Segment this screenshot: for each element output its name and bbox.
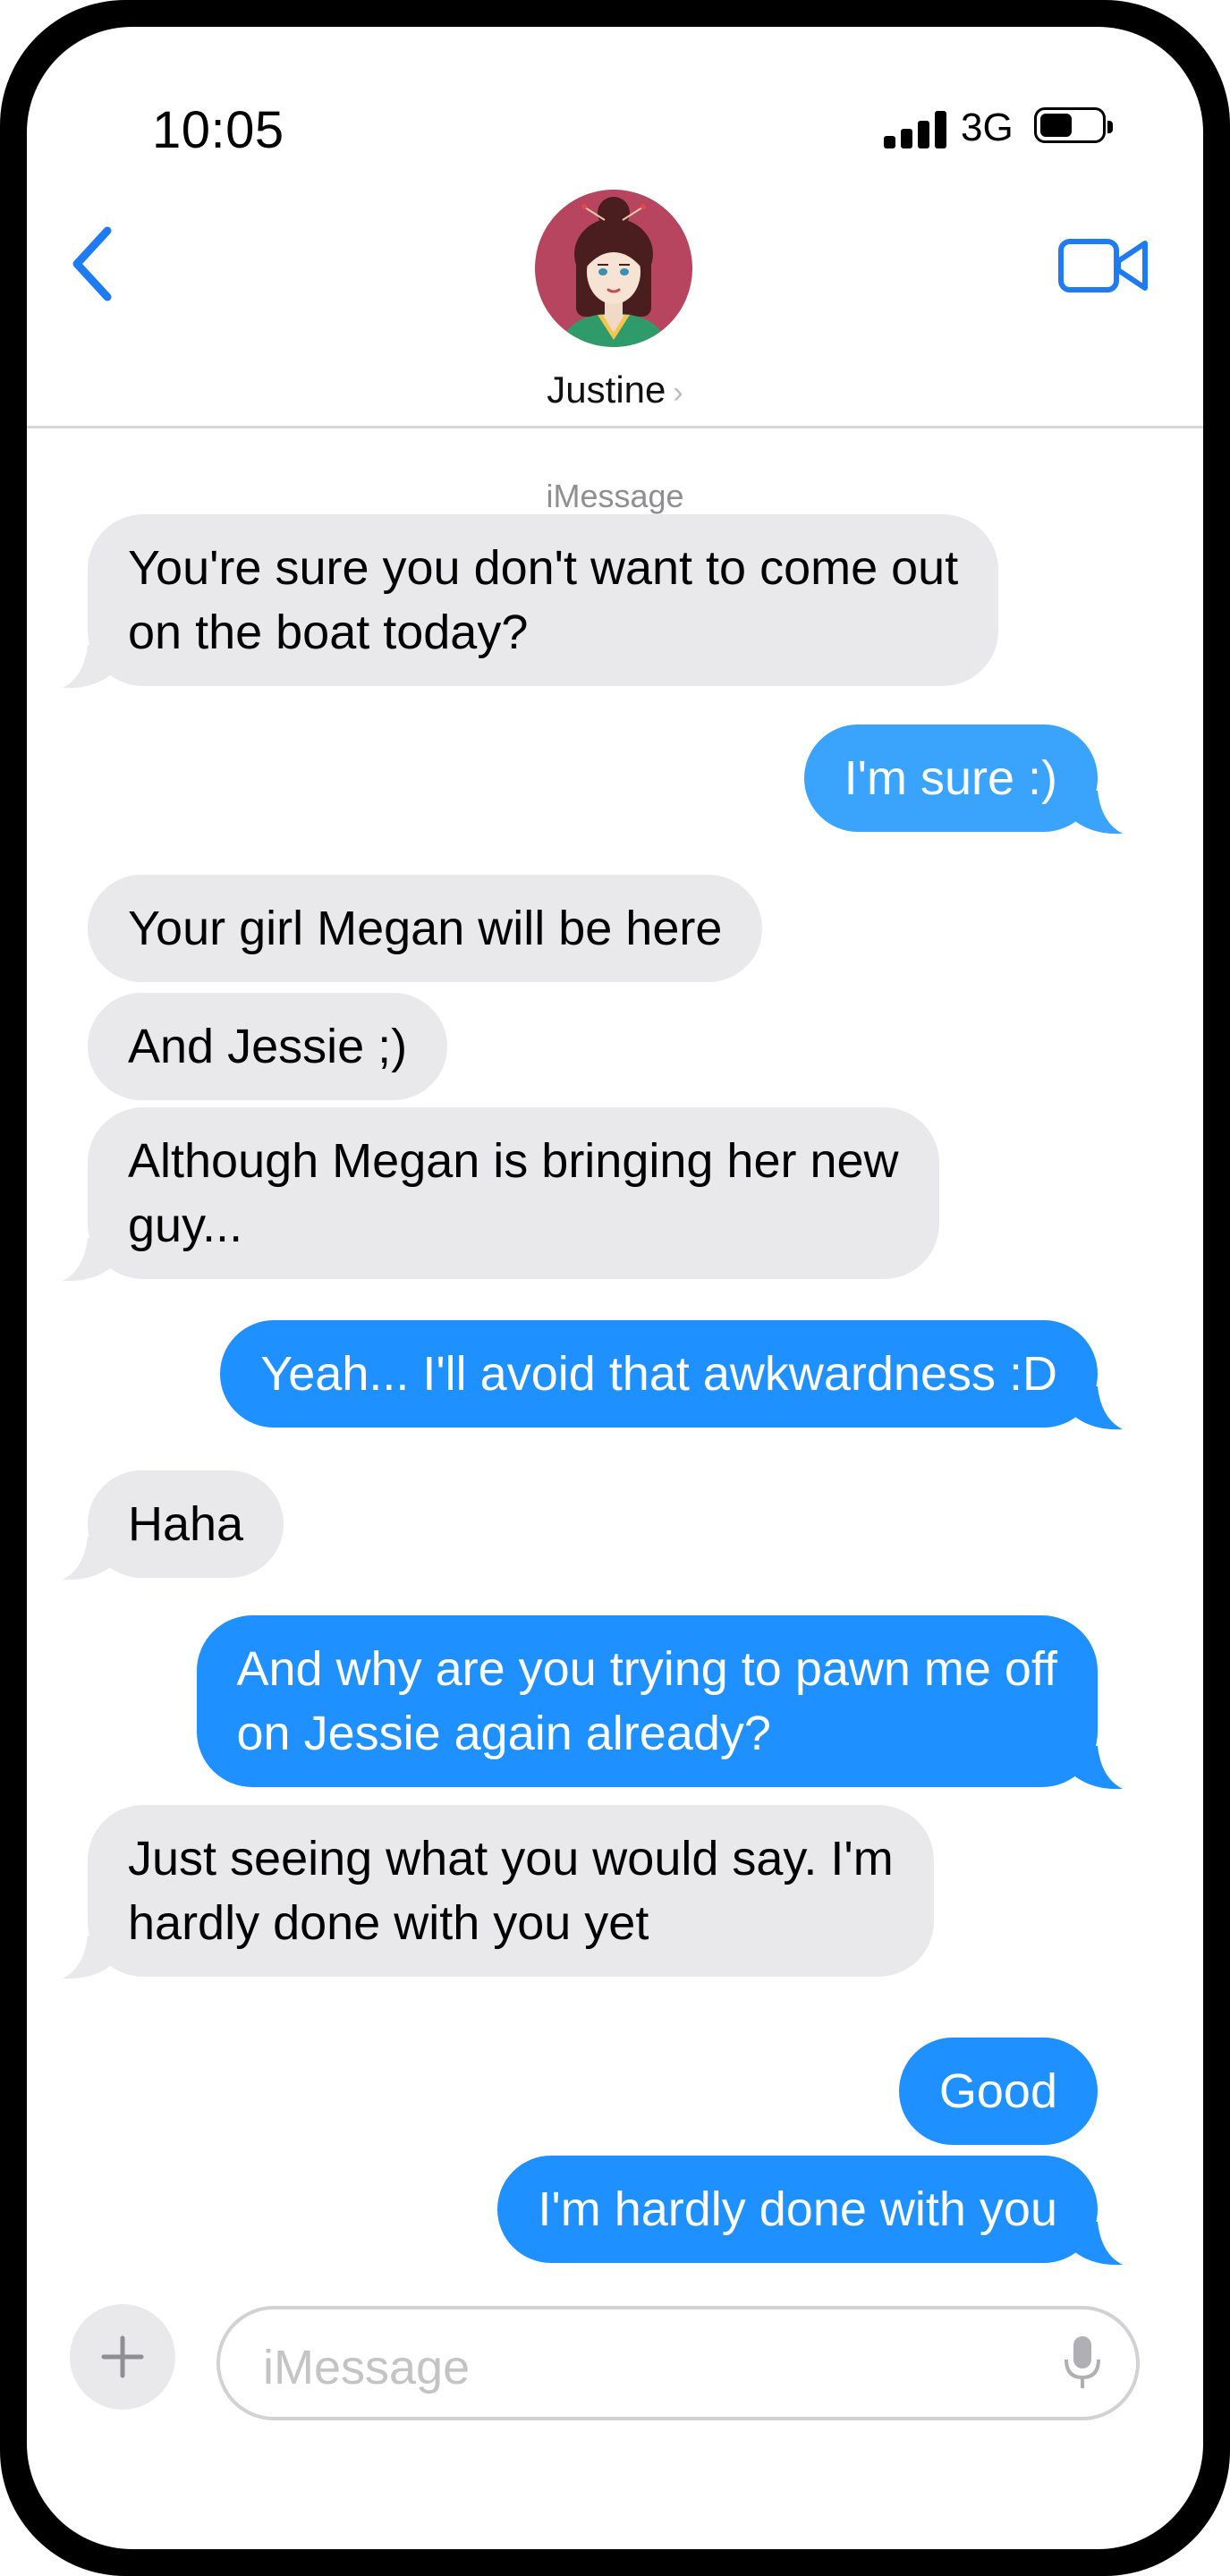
message-text-line: Haha [128, 1497, 244, 1551]
avatar[interactable] [535, 190, 692, 347]
battery-icon [1034, 107, 1113, 143]
outgoing-bubble-tail [1071, 2222, 1123, 2266]
status-time: 10:05 [152, 101, 284, 159]
signal-strength-icon [884, 109, 946, 148]
outgoing-bubble-tail [1071, 1746, 1123, 1790]
incoming-bubble-tail [63, 645, 115, 689]
message-text-line: Yeah... I'll avoid that awkwardness :D [260, 1347, 1057, 1401]
message-text-line: Good [938, 2064, 1057, 2118]
incoming-bubble-tail [63, 1537, 115, 1580]
message-text-line: guy... [128, 1199, 243, 1252]
message-text-line: hardly done with you yet [128, 1896, 649, 1950]
battery-fill [1040, 114, 1072, 137]
service-label: iMessage [546, 478, 684, 514]
chevron-right-icon: › [673, 376, 683, 410]
outgoing-message-bubble[interactable]: Yeah... I'll avoid that awkwardness :D [220, 1320, 1098, 1428]
network-type: 3G [961, 106, 1014, 149]
message-text-line: You're sure you don't want to come out [128, 541, 959, 595]
screen: 10:05 3G Justine › iMessage You're sure … [27, 27, 1203, 2549]
incoming-message-bubble[interactable]: And Jessie ;) [88, 993, 448, 1100]
add-attachment-button[interactable] [70, 2304, 175, 2410]
microphone-icon[interactable] [1063, 2334, 1102, 2392]
chevron-left-icon [72, 226, 112, 301]
outgoing-message-bubble[interactable]: I'm sure :) [803, 724, 1098, 832]
message-text-line: Although Megan is bringing her new [128, 1134, 899, 1188]
outgoing-bubble-tail [1071, 791, 1123, 835]
message-text-line: on the boat today? [128, 606, 529, 659]
incoming-message-bubble[interactable]: Just seeing what you would say. I'm hardl… [88, 1805, 934, 1977]
message-text-line: I'm hardly done with you [538, 2182, 1057, 2236]
phone-frame: 10:05 3G Justine › iMessage You're sure … [0, 0, 1230, 2576]
video-call-button[interactable] [1056, 233, 1154, 304]
message-text-line: And why are you trying to pawn me off [236, 1642, 1058, 1696]
header-divider [27, 426, 1203, 428]
incoming-message-bubble[interactable]: You're sure you don't want to come out on… [88, 514, 999, 686]
outgoing-message-bubble[interactable]: And why are you trying to pawn me off on … [196, 1615, 1098, 1787]
back-button[interactable] [61, 215, 123, 313]
video-camera-icon [1058, 239, 1148, 292]
incoming-bubble-tail [63, 1238, 115, 1282]
message-text-line: Your girl Megan will be here [128, 902, 723, 955]
message-text-line: Just seeing what you would say. I'm [128, 1832, 894, 1885]
message-text-line: And Jessie ;) [128, 1020, 408, 1073]
contact-name: Justine [547, 369, 666, 411]
message-input[interactable]: iMessage [216, 2306, 1140, 2420]
plus-icon [101, 2335, 144, 2378]
contact-name-button[interactable]: Justine › [27, 369, 1203, 411]
incoming-message-bubble[interactable]: Your girl Megan will be here [88, 875, 763, 982]
outgoing-bubble-tail [1071, 1386, 1123, 1430]
outgoing-message-bubble[interactable]: Good [898, 2038, 1098, 2145]
message-text-line: on Jessie again already? [236, 1707, 771, 1760]
contact-avatar-icon [535, 190, 692, 347]
battery-cap [1107, 121, 1113, 133]
incoming-message-bubble[interactable]: Although Megan is bringing her new guy... [88, 1107, 939, 1279]
message-text-line: I'm sure :) [844, 751, 1057, 805]
outgoing-message-bubble[interactable]: I'm hardly done with you [497, 2156, 1098, 2263]
incoming-bubble-tail [63, 1936, 115, 1979]
message-input-placeholder: iMessage [263, 2341, 471, 2394]
incoming-message-bubble[interactable]: Haha [88, 1470, 284, 1578]
